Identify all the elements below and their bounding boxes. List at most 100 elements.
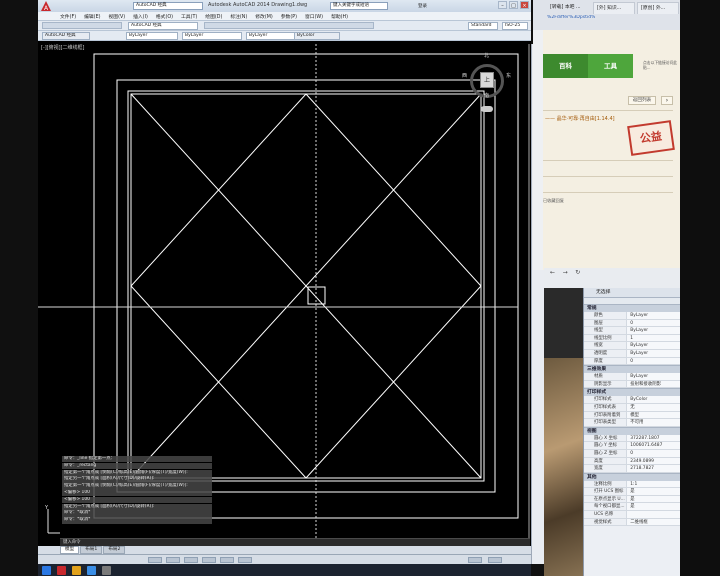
property-value[interactable]: ByColor [626,396,680,403]
property-value[interactable]: 无 [626,403,680,411]
property-value[interactable]: ByLayer [626,349,680,357]
tab-layout1[interactable]: 布局1 [80,546,103,554]
tab-layout2[interactable]: 布局2 [103,546,126,554]
property-row[interactable]: 高度 2349.0899 [584,457,680,466]
property-row[interactable]: UCS 名称 [584,511,680,519]
browser-tab[interactable]: [转载] 本吧 ... [547,2,591,14]
property-row[interactable]: 圆心 Z 坐标 0 [584,449,680,458]
property-value[interactable]: 1:1 [626,480,680,488]
property-section-header[interactable]: 打印样式 [584,388,680,397]
selection-dropdown[interactable]: 无选择 [584,288,680,298]
property-value[interactable]: 2718.7827 [626,465,680,472]
property-row[interactable]: 打印样式 ByColor [584,396,680,404]
browser-tab[interactable]: [外] 知识... [593,2,635,14]
property-row[interactable]: 圆心 X 坐标 372287.1807 [584,434,680,443]
property-section-header[interactable]: 常规 [584,304,680,312]
property-value[interactable]: 0 [626,319,680,327]
property-value[interactable]: 是 [626,495,680,503]
viewcube-top-face[interactable]: 上 [480,72,494,88]
command-line-input[interactable]: 键入命令 [60,538,530,546]
ortho-toggle[interactable] [184,557,198,563]
property-row[interactable]: 每个视口都显... 是 [584,503,680,512]
property-value[interactable]: 模型 [626,411,680,419]
property-row[interactable]: 图层 0 [584,319,680,328]
property-value[interactable]: 0 [626,357,680,365]
property-name: 线型比例 [594,335,612,341]
property-value[interactable]: 二维线框 [626,518,680,526]
properties-palette: 无选择 常规 颜色 ByLayer 图层 0 线型 ByLayer 线型比例 1 线宽 ByLaye… [583,288,680,576]
back-to-list-button[interactable]: 返回列表 [628,96,656,105]
back-arrow-icon[interactable]: ← [550,269,555,276]
clean-screen-toggle[interactable] [488,557,502,563]
property-row[interactable]: 注释比例 1:1 [584,480,680,489]
property-value[interactable]: ByLayer [626,373,680,380]
property-row[interactable]: 在原点显示 U... 是 [584,495,680,504]
property-row[interactable]: 打印样式表 无 [584,403,680,412]
viewcube-east-label[interactable]: 东 [506,72,511,79]
wcs-menu-button[interactable] [481,106,493,112]
property-name: 打印样式表 [594,404,616,410]
property-value[interactable]: ByLayer [626,327,680,334]
property-name: 打开 UCS 图标 [594,489,624,495]
property-value[interactable]: ByLayer [626,342,680,349]
snap-toggle[interactable] [148,557,162,563]
otrack-toggle[interactable] [238,557,252,563]
property-name: 图层 [594,320,603,326]
property-value[interactable]: ByLayer [626,312,680,319]
property-row[interactable]: 透明度 ByLayer [584,349,680,358]
grid-toggle[interactable] [166,557,180,563]
property-value[interactable]: 是 [626,488,680,495]
property-value[interactable]: 是 [626,503,680,511]
property-row[interactable]: 颜色 ByLayer [584,312,680,320]
viewcube-south-label[interactable]: 南 [484,92,489,99]
property-section-header[interactable]: 三维效果 [584,365,680,374]
property-section-header[interactable]: 视图 [584,426,680,435]
nav-tab-tools[interactable]: 工具 [588,54,633,78]
browser-tab[interactable]: [原创] 外... [637,2,679,14]
polar-toggle[interactable] [202,557,216,563]
property-row[interactable]: 视觉样式 二维线框 [584,518,680,527]
tab-model[interactable]: 模型 [60,546,80,554]
autocad-taskbar-icon[interactable] [57,565,66,575]
browser-taskbar-icon[interactable] [87,565,96,575]
property-row[interactable]: 线型 ByLayer [584,327,680,335]
history-line: 命令：_rectang [62,462,212,470]
property-value[interactable]: 372287.1807 [626,434,680,442]
property-value[interactable]: 1006071.6487 [626,442,680,449]
property-value[interactable]: 不可用 [626,419,680,426]
property-row[interactable]: 打开 UCS 图标是 [584,488,680,496]
thread-title[interactable]: —— 晶华·可靠·再自由[1.14.4] [545,115,615,122]
property-row[interactable]: 线型比例 1 [584,334,680,343]
property-value[interactable] [626,511,680,518]
start-icon[interactable] [42,565,51,575]
property-value[interactable]: 0 [626,449,680,457]
next-page-button[interactable]: › [661,96,673,105]
property-name: 打印样式 [594,397,612,403]
workspace-switch[interactable] [468,557,482,563]
property-row[interactable]: 打印表类型 不可用 [584,419,680,427]
notice-text: 点击以下链接访问此贴... [643,60,678,70]
property-value[interactable]: 1 [626,334,680,342]
osnap-toggle[interactable] [220,557,234,563]
property-row[interactable]: 厚度 0 [584,357,680,366]
property-value[interactable]: 2349.0899 [626,457,680,465]
property-section-header[interactable]: 其他 [584,472,680,481]
divider [543,110,673,111]
property-value[interactable]: 投射和接收阴影 [626,380,680,388]
address-bar[interactable]: %2Fdiffer%3Dpstid%3D%2Fsearchoption [547,15,595,24]
property-name: 阴影显示 [594,381,612,387]
viewcube[interactable]: 北 西 东 南 上 [462,53,511,112]
property-row[interactable]: 宽度 2718.7827 [584,465,680,473]
nav-tab-baike[interactable]: 百科 [543,54,588,78]
property-row[interactable]: 线宽 ByLayer [584,342,680,350]
explorer-taskbar-icon[interactable] [72,565,81,575]
property-row[interactable]: 打印表附着到 模型 [584,411,680,420]
refresh-icon[interactable]: ↻ [575,269,580,276]
app-taskbar-icon[interactable] [102,565,111,575]
property-row[interactable]: 材质 ByLayer [584,373,680,381]
property-row[interactable]: 圆心 Y 坐标 1006071.6487 [584,442,680,450]
property-row[interactable]: 阴影显示 投射和接收阴影 [584,380,680,389]
forward-arrow-icon[interactable]: → [563,269,568,276]
viewcube-west-label[interactable]: 西 [462,72,467,79]
viewcube-north-label[interactable]: 北 [484,52,489,59]
